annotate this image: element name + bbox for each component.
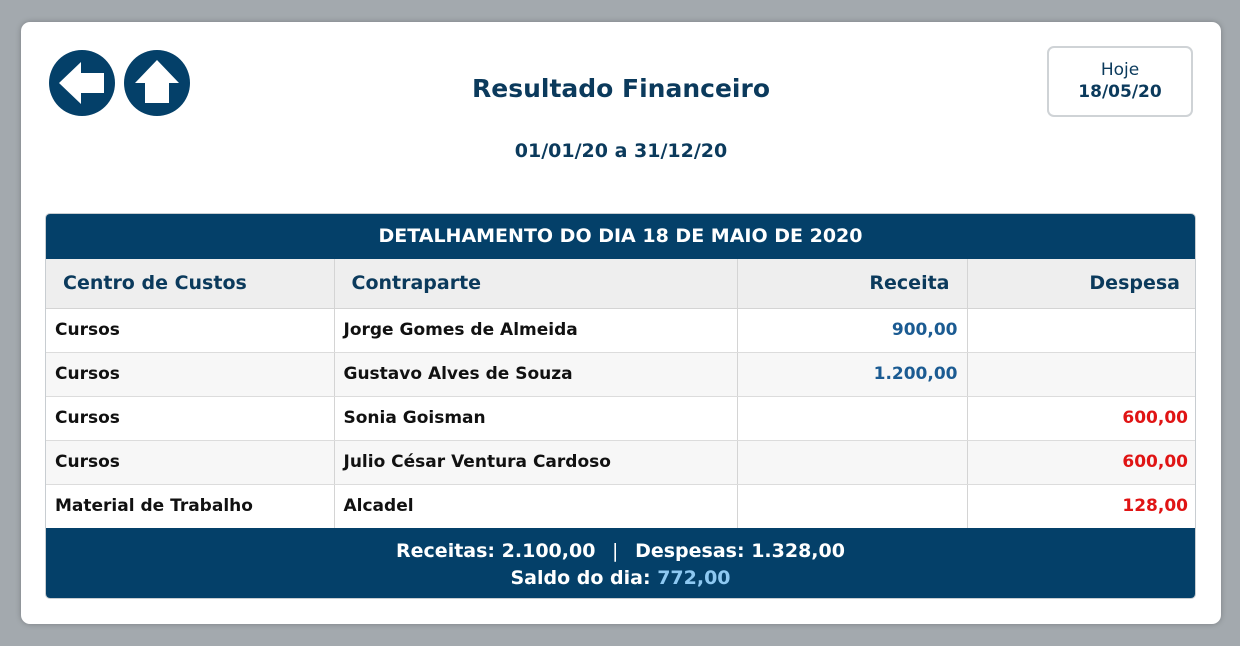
column-header-centro: Centro de Custos bbox=[46, 259, 335, 309]
report-card: Resultado Financeiro 01/01/20 a 31/12/20… bbox=[21, 22, 1221, 624]
cell-despesa bbox=[967, 352, 1195, 397]
saldo-label: Saldo do dia: bbox=[510, 567, 651, 589]
cell-contraparte: Sonia Goisman bbox=[334, 396, 738, 441]
table-row: Cursos Sonia Goisman 600,00 bbox=[46, 396, 1195, 441]
cell-receita: 900,00 bbox=[737, 308, 968, 353]
receitas-label: Receitas: bbox=[396, 540, 496, 562]
table-header-row: Centro de Custos Contraparte Receita Des… bbox=[46, 259, 1195, 309]
cell-despesa: 600,00 bbox=[967, 440, 1195, 485]
cell-contraparte: Julio César Ventura Cardoso bbox=[334, 440, 738, 485]
table-summary: Receitas: 2.100,00 | Despesas: 1.328,00 … bbox=[46, 528, 1195, 598]
table-row: Cursos Gustavo Alves de Souza 1.200,00 bbox=[46, 352, 1195, 397]
cell-receita: 1.200,00 bbox=[737, 352, 968, 397]
today-label: Hoje bbox=[1100, 60, 1140, 80]
cell-contraparte: Gustavo Alves de Souza bbox=[334, 352, 738, 397]
saldo-value: 772,00 bbox=[657, 567, 731, 589]
cell-centro: Cursos bbox=[46, 396, 335, 441]
receitas-value: 2.100,00 bbox=[501, 540, 596, 562]
cell-centro: Material de Trabalho bbox=[46, 484, 335, 529]
cell-despesa bbox=[967, 308, 1195, 353]
cell-contraparte: Alcadel bbox=[334, 484, 738, 529]
detail-table: DETALHAMENTO DO DIA 18 DE MAIO DE 2020 C… bbox=[45, 213, 1196, 599]
totals-separator: | bbox=[612, 540, 619, 562]
cell-receita bbox=[737, 396, 968, 441]
saldo-line: Saldo do dia: 772,00 bbox=[46, 565, 1195, 592]
cell-receita bbox=[737, 440, 968, 485]
today-date: 18/05/20 bbox=[1078, 82, 1162, 102]
transactions-table: Centro de Custos Contraparte Receita Des… bbox=[46, 259, 1195, 529]
cell-despesa: 600,00 bbox=[967, 396, 1195, 441]
despesas-value: 1.328,00 bbox=[751, 540, 845, 562]
cell-contraparte: Jorge Gomes de Almeida bbox=[334, 308, 738, 353]
totals-line: Receitas: 2.100,00 | Despesas: 1.328,00 bbox=[46, 538, 1195, 565]
cell-centro: Cursos bbox=[46, 352, 335, 397]
table-row: Cursos Jorge Gomes de Almeida 900,00 bbox=[46, 308, 1195, 353]
cell-centro: Cursos bbox=[46, 440, 335, 485]
table-title: DETALHAMENTO DO DIA 18 DE MAIO DE 2020 bbox=[46, 214, 1195, 259]
column-header-contraparte: Contraparte bbox=[334, 259, 738, 309]
despesas-label: Despesas: bbox=[635, 540, 745, 562]
date-period: 01/01/20 a 31/12/20 bbox=[514, 140, 728, 162]
cell-centro: Cursos bbox=[46, 308, 335, 353]
page-title: Resultado Financeiro bbox=[471, 74, 770, 103]
column-header-receita: Receita bbox=[737, 259, 968, 309]
today-box: Hoje 18/05/20 bbox=[1047, 46, 1193, 117]
column-header-despesa: Despesa bbox=[967, 259, 1195, 309]
cell-despesa: 128,00 bbox=[967, 484, 1195, 529]
table-row: Cursos Julio César Ventura Cardoso 600,0… bbox=[46, 440, 1195, 485]
table-row: Material de Trabalho Alcadel 128,00 bbox=[46, 484, 1195, 529]
cell-receita bbox=[737, 484, 968, 529]
